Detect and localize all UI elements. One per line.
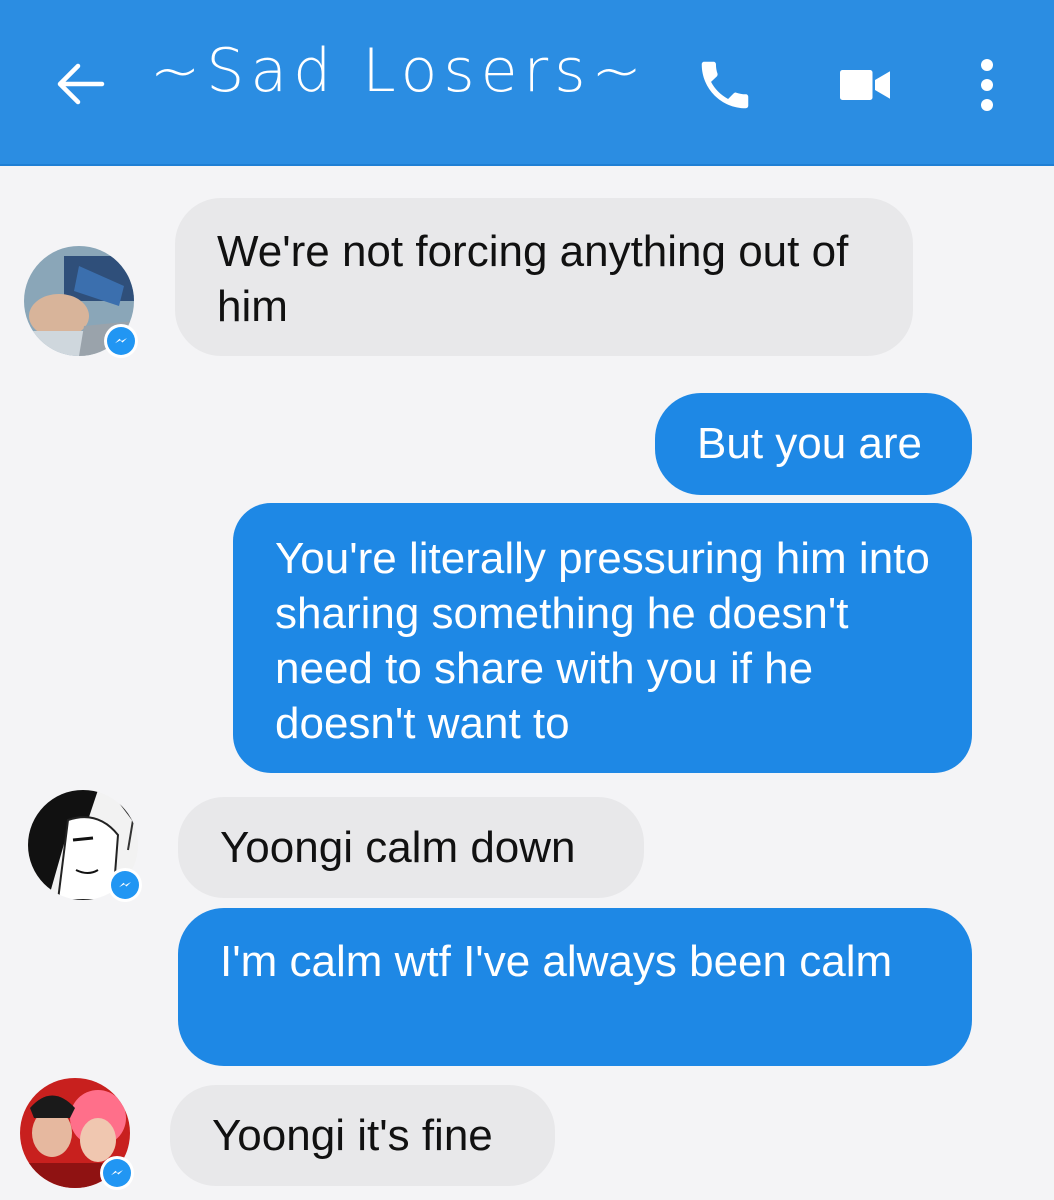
more-options-button[interactable] (952, 50, 1022, 120)
messenger-icon (111, 1170, 123, 1176)
messenger-badge (100, 1156, 134, 1190)
call-button[interactable] (690, 50, 760, 120)
message-text: Yoongi calm down (220, 823, 576, 872)
conversation-title[interactable]: ~Sad Losers~ (150, 36, 648, 106)
avatar[interactable] (20, 1078, 134, 1190)
message-text: We're not forcing anything out of him (217, 227, 849, 331)
avatar[interactable] (24, 246, 138, 358)
messenger-icon (119, 882, 131, 888)
video-camera-icon (840, 70, 890, 100)
back-button[interactable] (48, 52, 112, 116)
messenger-badge (108, 868, 142, 902)
message-bubble-incoming[interactable]: Yoongi it's fine (170, 1085, 555, 1186)
messenger-badge (104, 324, 138, 358)
phone-icon (701, 61, 749, 109)
message-text: I'm calm wtf I've always been calm (220, 937, 893, 986)
message-bubble-outgoing[interactable]: You're literally pressuring him into sha… (233, 503, 972, 773)
message-bubble-incoming[interactable]: Yoongi calm down (178, 797, 644, 898)
avatar[interactable] (28, 790, 142, 902)
chat-header: ~Sad Losers~ (0, 0, 1054, 166)
message-text: But you are (697, 419, 923, 468)
messenger-icon (115, 338, 127, 344)
message-bubble-incoming[interactable]: We're not forcing anything out of him (175, 198, 913, 356)
message-bubble-outgoing[interactable]: But you are (655, 393, 972, 495)
arrow-left-icon (57, 63, 105, 105)
message-text: You're literally pressuring him into sha… (275, 534, 930, 748)
more-vertical-icon (981, 59, 993, 111)
video-call-button[interactable] (830, 50, 900, 120)
message-text: Yoongi it's fine (212, 1111, 493, 1160)
message-bubble-outgoing[interactable]: I'm calm wtf I've always been calm (178, 908, 972, 1066)
